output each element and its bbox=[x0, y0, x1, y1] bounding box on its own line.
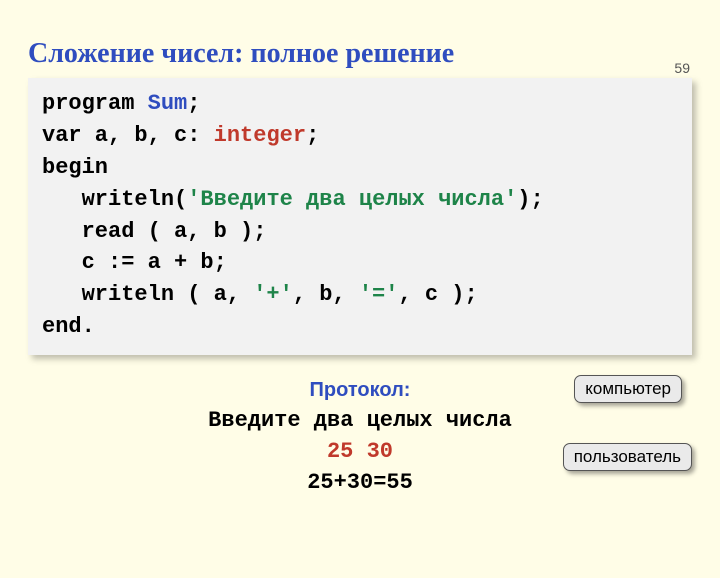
code-text: ); bbox=[517, 187, 543, 212]
code-text: writeln ( a, bbox=[42, 282, 253, 307]
callout-computer: компьютер bbox=[574, 375, 682, 403]
code-type: integer bbox=[214, 123, 306, 148]
code-text: writeln( bbox=[42, 187, 187, 212]
code-string: '=' bbox=[359, 282, 399, 307]
callout-user: пользователь bbox=[563, 443, 692, 471]
protocol-prompt: Введите два целых числа bbox=[0, 408, 720, 433]
code-text: read ( a, b ); bbox=[42, 219, 266, 244]
code-text: ; bbox=[306, 123, 319, 148]
code-string: '+' bbox=[253, 282, 293, 307]
protocol-block: Протокол: Введите два целых числа 25 30 … bbox=[0, 379, 720, 495]
code-text: , b, bbox=[293, 282, 359, 307]
page-number: 59 bbox=[674, 60, 690, 76]
page-title: Сложение чисел: полное решение bbox=[28, 38, 720, 70]
code-text: c := a + b; bbox=[42, 250, 227, 275]
code-text: var a, b, c: bbox=[42, 123, 214, 148]
code-text: ; bbox=[187, 91, 200, 116]
code-text: , c ); bbox=[398, 282, 477, 307]
code-text: begin bbox=[42, 155, 108, 180]
protocol-output: 25+30=55 bbox=[0, 470, 720, 495]
code-text: program bbox=[42, 91, 148, 116]
code-string: 'Введите два целых числа' bbox=[187, 187, 517, 212]
code-text: end. bbox=[42, 314, 95, 339]
code-listing: program Sum; var a, b, c: integer; begin… bbox=[28, 78, 692, 355]
code-identifier: Sum bbox=[148, 91, 188, 116]
